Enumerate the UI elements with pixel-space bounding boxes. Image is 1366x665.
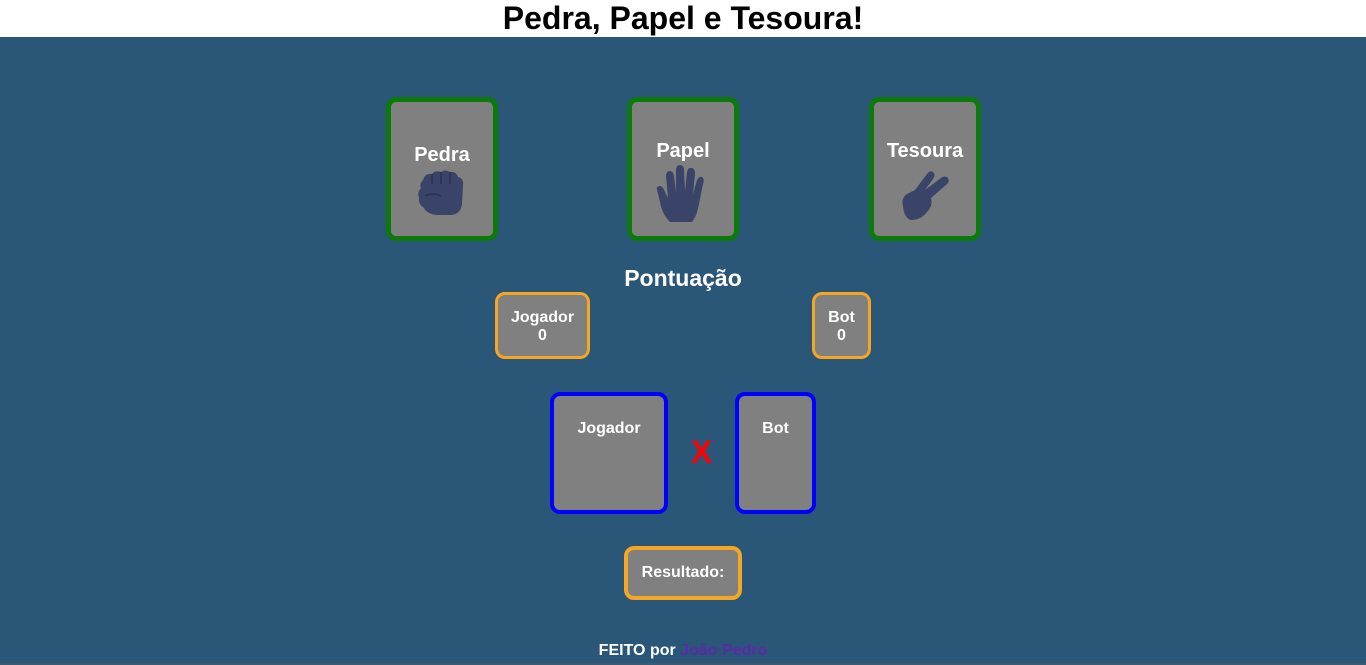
page-title: Pedra, Papel e Tesoura! bbox=[502, 0, 864, 36]
footer: FEITO por João Pedro bbox=[0, 642, 1366, 660]
open-hand-icon bbox=[656, 165, 704, 222]
fist-icon bbox=[418, 170, 464, 215]
player-slot-label: Jogador bbox=[577, 420, 641, 437]
result-label: Resultado: bbox=[641, 564, 725, 581]
footer-credit: FEITO por bbox=[598, 642, 676, 659]
author-link[interactable]: João Pedro bbox=[680, 642, 767, 659]
player-score-label: Jogador bbox=[510, 309, 575, 326]
choice-pedra-label: Pedra bbox=[414, 144, 470, 166]
choice-papel-label: Papel bbox=[656, 140, 710, 162]
bot-score-value: 0 bbox=[837, 327, 846, 344]
player-score-box: Jogador 0 bbox=[495, 292, 590, 359]
bot-score-box: Bot 0 bbox=[812, 292, 871, 359]
choice-pedra-button[interactable]: Pedra bbox=[386, 97, 498, 241]
bot-score-label: Bot bbox=[828, 309, 855, 326]
header: Pedra, Papel e Tesoura! bbox=[0, 0, 1366, 37]
bot-choice-slot: Bot bbox=[735, 392, 816, 514]
scissors-hand-icon bbox=[902, 171, 949, 220]
bot-slot-label: Bot bbox=[762, 420, 789, 437]
choice-tesoura-button[interactable]: Tesoura bbox=[869, 97, 981, 241]
choice-papel-button[interactable]: Papel bbox=[627, 97, 739, 241]
score-title: Pontuação bbox=[624, 265, 742, 291]
versus-mark: X bbox=[691, 434, 713, 470]
player-choice-slot: Jogador bbox=[550, 392, 668, 514]
choice-tesoura-label: Tesoura bbox=[886, 140, 964, 162]
result-box: Resultado: bbox=[624, 546, 742, 600]
player-score-value: 0 bbox=[538, 327, 547, 344]
